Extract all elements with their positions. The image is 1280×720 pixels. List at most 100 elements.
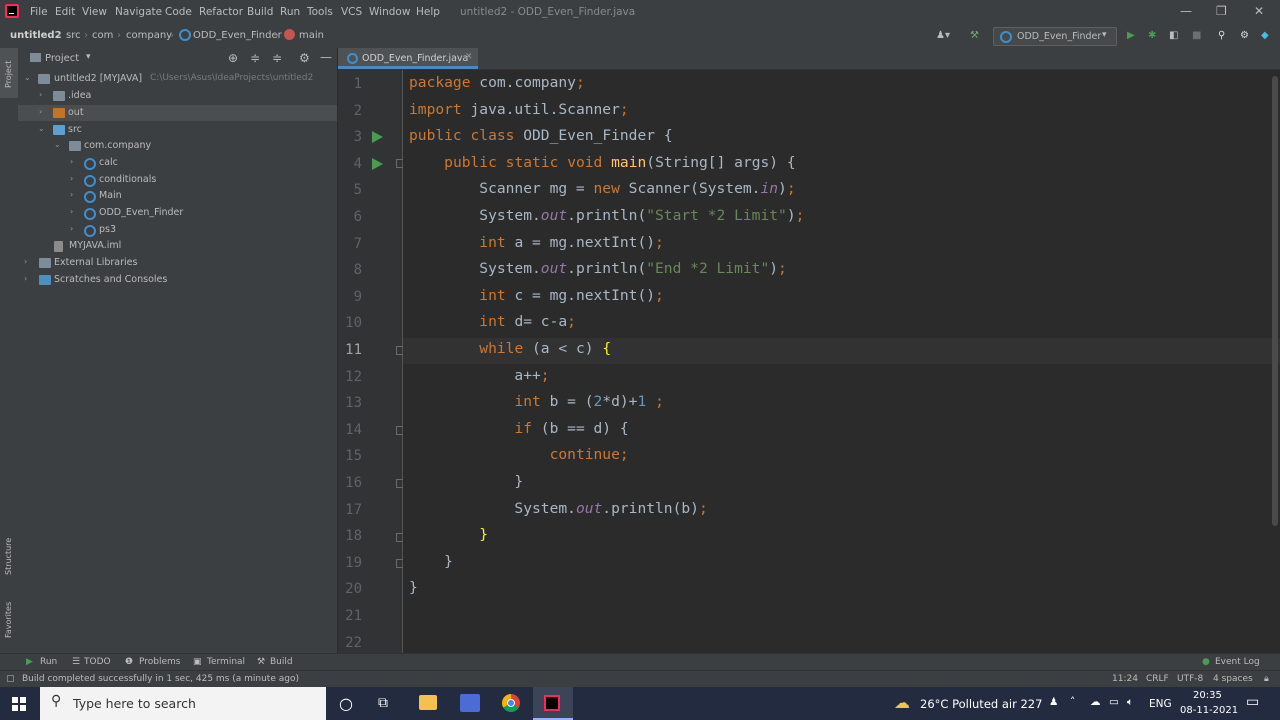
- search-icon[interactable]: ⚲: [1218, 30, 1225, 41]
- structure-tool-label[interactable]: Structure: [4, 538, 13, 575]
- menu-run[interactable]: Run: [280, 6, 300, 18]
- menu-window[interactable]: Window: [369, 6, 410, 18]
- editor-tab-odd-even-finder[interactable]: ODD_Even_Finder.java ✕: [338, 48, 478, 69]
- minimize-icon[interactable]: —: [1180, 4, 1192, 18]
- locate-icon[interactable]: ⊕: [228, 51, 238, 65]
- tree-item-scratches[interactable]: › Scratches and Consoles: [18, 272, 337, 288]
- tree-item-conditionals[interactable]: › conditionals: [18, 172, 337, 188]
- run-configuration-selector[interactable]: ODD_Even_Finder ▾: [993, 27, 1117, 46]
- code-line[interactable]: }: [409, 553, 453, 570]
- problems-tool-button[interactable]: Problems: [139, 657, 180, 667]
- menu-edit[interactable]: Edit: [55, 6, 75, 18]
- intellij-taskbar-button[interactable]: [533, 687, 573, 720]
- tree-item-out[interactable]: › out: [18, 105, 337, 121]
- chrome-icon[interactable]: [502, 694, 520, 712]
- code-line[interactable]: package com.company;: [409, 74, 585, 91]
- menu-vcs[interactable]: VCS: [341, 6, 362, 18]
- chevron-right-icon[interactable]: ›: [70, 224, 73, 233]
- run-class-icon[interactable]: [372, 131, 383, 143]
- code-line[interactable]: int b = (2*d)+1 ;: [409, 393, 663, 410]
- close-icon[interactable]: ✕: [1254, 4, 1264, 18]
- chevron-right-icon[interactable]: ›: [70, 174, 73, 183]
- tree-item-ps3[interactable]: › ps3: [18, 222, 337, 238]
- app-icon[interactable]: [460, 694, 480, 712]
- chevron-right-icon[interactable]: ›: [39, 107, 42, 116]
- notification-icon[interactable]: ▭: [1246, 694, 1259, 710]
- tree-item-com-company[interactable]: ⌄ com.company: [18, 138, 337, 154]
- gear-icon[interactable]: ⚙: [299, 51, 310, 65]
- tree-item-idea[interactable]: › .idea: [18, 88, 337, 104]
- run-main-icon[interactable]: [372, 158, 383, 170]
- cortana-icon[interactable]: ○: [339, 694, 353, 713]
- user-icon[interactable]: ♟▾: [936, 30, 950, 41]
- favorites-tool-label[interactable]: Favorites: [4, 602, 13, 638]
- code-line[interactable]: System.out.println(b);: [409, 500, 707, 517]
- indent-setting[interactable]: 4 spaces: [1213, 674, 1253, 684]
- people-icon[interactable]: ♟: [1049, 696, 1058, 708]
- breadcrumb-com[interactable]: com: [92, 30, 113, 41]
- battery-icon[interactable]: ▭: [1109, 696, 1119, 708]
- code-line[interactable]: import java.util.Scanner;: [409, 101, 629, 118]
- code-line[interactable]: int a = mg.nextInt();: [409, 234, 664, 251]
- chevron-down-icon[interactable]: ⌄: [24, 73, 31, 82]
- terminal-tool-button[interactable]: Terminal: [207, 657, 245, 667]
- chevron-down-icon[interactable]: ⌄: [54, 140, 61, 149]
- status-window-icon[interactable]: ▢: [6, 674, 15, 684]
- tree-item-main[interactable]: › Main: [18, 188, 337, 204]
- breadcrumb-company[interactable]: company: [126, 30, 172, 41]
- menu-refactor[interactable]: Refactor: [199, 6, 243, 18]
- weather-text[interactable]: 26°C Polluted air 227: [920, 697, 1042, 711]
- code-line[interactable]: }: [409, 526, 488, 543]
- code-with-me-icon[interactable]: ◆: [1261, 30, 1269, 41]
- clock-date[interactable]: 08-11-2021: [1180, 705, 1238, 716]
- vertical-scrollbar[interactable]: [1272, 76, 1278, 526]
- code-line[interactable]: public class ODD_Even_Finder {: [409, 127, 673, 144]
- chevron-right-icon[interactable]: ›: [70, 157, 73, 166]
- tree-item-src[interactable]: ⌄ src: [18, 122, 337, 138]
- status-message[interactable]: Build completed successfully in 1 sec, 4…: [22, 674, 299, 684]
- menu-tools[interactable]: Tools: [307, 6, 333, 18]
- chevron-right-icon[interactable]: ›: [70, 207, 73, 216]
- stop-icon[interactable]: ■: [1192, 30, 1201, 41]
- code-line[interactable]: public static void main(String[] args) {: [409, 154, 796, 171]
- code-line[interactable]: System.out.println("End *2 Limit");: [409, 260, 787, 277]
- cloud-icon[interactable]: ☁: [1090, 696, 1101, 708]
- expand-all-icon[interactable]: ≑: [250, 51, 260, 65]
- windows-start-icon[interactable]: [12, 697, 26, 711]
- code-line[interactable]: Scanner mg = new Scanner(System.in);: [409, 180, 795, 197]
- settings-gear-icon[interactable]: ⚙: [1240, 30, 1249, 41]
- breadcrumb-project[interactable]: untitled2: [10, 30, 62, 41]
- collapse-all-icon[interactable]: ≑: [272, 51, 282, 65]
- breadcrumb-class[interactable]: ODD_Even_Finder: [193, 30, 282, 41]
- tree-item-iml[interactable]: MYJAVA.iml: [18, 238, 337, 254]
- run-tool-button[interactable]: Run: [40, 657, 57, 667]
- chevron-down-icon[interactable]: ▾: [86, 52, 91, 62]
- chevron-right-icon[interactable]: ›: [39, 90, 42, 99]
- maximize-icon[interactable]: ❐: [1216, 4, 1227, 18]
- lock-icon[interactable]: 🔒︎: [1264, 674, 1269, 684]
- hide-icon[interactable]: —: [320, 50, 332, 64]
- tree-item-calc[interactable]: › calc: [18, 155, 337, 171]
- menu-help[interactable]: Help: [416, 6, 440, 18]
- chevron-right-icon[interactable]: ›: [24, 274, 27, 283]
- project-tool-button[interactable]: Project: [0, 48, 18, 98]
- close-tab-icon[interactable]: ✕: [465, 52, 473, 62]
- run-icon[interactable]: ▶: [1127, 30, 1135, 41]
- project-view-label[interactable]: Project: [45, 53, 79, 64]
- build-tool-button[interactable]: Build: [270, 657, 293, 667]
- language-indicator[interactable]: ENG: [1149, 698, 1172, 710]
- code-line[interactable]: continue;: [409, 446, 629, 463]
- tree-item-project-root[interactable]: ⌄ untitled2 [MYJAVA] C:\Users\Asus\IdeaP…: [18, 71, 337, 87]
- caret-position[interactable]: 11:24: [1112, 674, 1138, 684]
- chevron-down-icon[interactable]: ⌄: [38, 124, 45, 133]
- line-separator[interactable]: CRLF: [1146, 674, 1169, 684]
- code-line[interactable]: while (a < c) {: [409, 340, 611, 357]
- clock-time[interactable]: 20:35: [1193, 690, 1222, 701]
- code-line[interactable]: int d= c-a;: [409, 313, 576, 330]
- menu-file[interactable]: File: [30, 6, 48, 18]
- file-explorer-icon[interactable]: [419, 695, 437, 710]
- coverage-icon[interactable]: ◧: [1169, 30, 1178, 41]
- chevron-right-icon[interactable]: ›: [70, 190, 73, 199]
- menu-code[interactable]: Code: [165, 6, 192, 18]
- build-hammer-icon[interactable]: ⚒: [970, 30, 979, 41]
